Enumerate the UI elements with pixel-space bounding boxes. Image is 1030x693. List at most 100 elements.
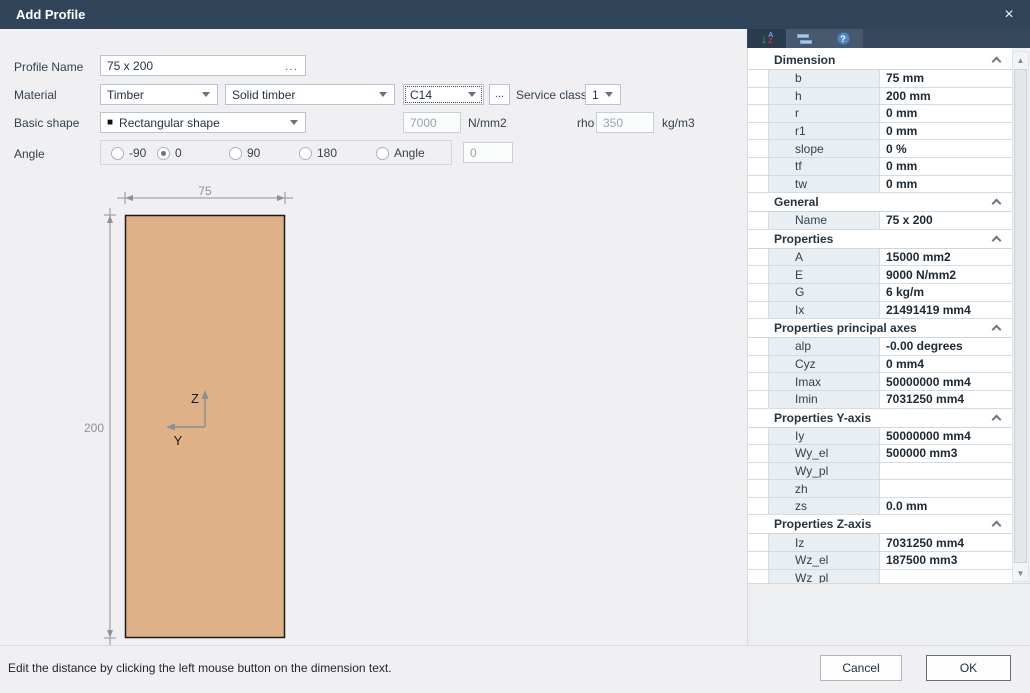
property-value[interactable]: 7031250 mm4 [880,534,1012,551]
sort-az-button[interactable]: ↓AZ [748,29,786,48]
close-icon[interactable]: × [998,4,1020,26]
profile-name-ellipsis-button[interactable]: ... [285,59,298,73]
property-row[interactable]: Name75 x 200 [748,212,1012,230]
property-row[interactable]: Wz_el187500 mm3 [748,552,1012,570]
cancel-button[interactable]: Cancel [820,655,902,681]
ok-button[interactable]: OK [926,655,1011,681]
flat-view-button[interactable] [786,29,824,48]
property-value[interactable]: 0 % [880,140,1012,157]
property-row[interactable]: r10 mm [748,123,1012,141]
property-value[interactable]: 0 mm [880,176,1012,193]
material-category-value: Timber [101,88,202,102]
height-dimension-text[interactable]: 200 [84,421,104,435]
material-category-select[interactable]: Timber [100,84,218,105]
width-dimension-text[interactable]: 75 [198,184,212,198]
property-section-header[interactable]: General [748,193,1012,212]
property-section-header[interactable]: Properties Y-axis [748,409,1012,428]
property-value[interactable]: 21491419 mm4 [880,302,1012,319]
property-label: Wy_pl [769,463,880,480]
property-label: zh [769,480,880,497]
angle-radio-90[interactable]: 90 [229,146,260,160]
property-row[interactable]: slope0 % [748,140,1012,158]
property-value[interactable]: 500000 mm3 [880,445,1012,462]
property-row[interactable]: G6 kg/m [748,284,1012,302]
property-section-header[interactable]: Properties [748,230,1012,249]
property-row[interactable]: Wy_el500000 mm3 [748,445,1012,463]
property-value[interactable]: 0 mm [880,105,1012,122]
radio-circle-icon[interactable] [299,147,312,160]
property-row[interactable]: h200 mm [748,88,1012,106]
scrollbar-thumb[interactable] [1014,69,1027,563]
angle-radio-180[interactable]: 180 [299,146,337,160]
radio-circle-icon[interactable] [229,147,242,160]
angle-radio-angle[interactable]: Angle [376,146,425,160]
property-row[interactable]: Wz_pl [748,570,1012,583]
material-browse-button[interactable]: ... [489,84,510,105]
property-row[interactable]: zs0.0 mm [748,498,1012,516]
property-value[interactable]: 9000 N/mm2 [880,266,1012,283]
material-grade-select[interactable]: C14 [403,84,484,105]
material-type-select[interactable]: Solid timber [225,84,395,105]
radio-circle-icon[interactable] [157,147,170,160]
property-row[interactable]: r0 mm [748,105,1012,123]
property-section-header[interactable]: Properties principal axes [748,319,1012,338]
property-value[interactable]: 15000 mm2 [880,249,1012,266]
property-value[interactable]: 200 mm [880,88,1012,105]
property-row[interactable]: tf0 mm [748,158,1012,176]
property-value[interactable]: 0 mm4 [880,356,1012,373]
property-row[interactable]: E9000 N/mm2 [748,266,1012,284]
radio-circle-icon[interactable] [111,147,124,160]
radio-circle-icon[interactable] [376,147,389,160]
angle-radio--90[interactable]: -90 [111,146,146,160]
property-value[interactable]: 187500 mm3 [880,552,1012,569]
property-section-header[interactable]: Dimension [748,51,1012,70]
collapse-chevron-icon[interactable] [992,414,1002,424]
property-section-header[interactable]: Properties Z-axis [748,515,1012,534]
property-grid-scrollbar[interactable]: ▲ ▼ [1012,51,1029,582]
property-value[interactable] [880,570,1012,583]
property-value[interactable] [880,480,1012,497]
radio-label: 90 [247,146,260,160]
row-gutter [748,88,769,105]
section-title: Properties Z-axis [748,517,993,531]
property-value[interactable]: 0.0 mm [880,498,1012,515]
collapse-chevron-icon[interactable] [992,325,1002,335]
scroll-down-icon[interactable]: ▼ [1013,565,1028,581]
property-value[interactable]: 6 kg/m [880,284,1012,301]
property-value[interactable]: -0.00 degrees [880,338,1012,355]
property-row[interactable]: Ix21491419 mm4 [748,302,1012,320]
collapse-chevron-icon[interactable] [992,235,1002,245]
row-gutter [748,105,769,122]
property-row[interactable]: Cyz0 mm4 [748,356,1012,374]
property-label: Wz_el [769,552,880,569]
collapse-chevron-icon[interactable] [992,57,1002,67]
property-value[interactable]: 50000000 mm4 [880,428,1012,445]
property-row[interactable]: Iz7031250 mm4 [748,534,1012,552]
service-class-select[interactable]: 1 [585,84,621,105]
property-row[interactable]: tw0 mm [748,176,1012,194]
profile-name-input[interactable] [100,55,306,76]
property-row[interactable]: zh [748,480,1012,498]
property-value[interactable]: 50000000 mm4 [880,373,1012,390]
property-row[interactable]: Imin7031250 mm4 [748,391,1012,409]
help-button[interactable]: ? [824,29,862,48]
collapse-chevron-icon[interactable] [992,199,1002,209]
property-row[interactable]: Wy_pl [748,463,1012,481]
scroll-up-icon[interactable]: ▲ [1013,52,1028,68]
angle-radio-0[interactable]: 0 [157,146,182,160]
property-value[interactable]: 0 mm [880,158,1012,175]
property-label: slope [769,140,880,157]
property-label: E [769,266,880,283]
property-value[interactable]: 75 x 200 [880,212,1012,229]
property-row[interactable]: A15000 mm2 [748,249,1012,267]
property-row[interactable]: Iy50000000 mm4 [748,428,1012,446]
property-row[interactable]: alp-0.00 degrees [748,338,1012,356]
property-value[interactable]: 7031250 mm4 [880,391,1012,408]
basic-shape-select[interactable]: ■ Rectangular shape [100,112,306,133]
collapse-chevron-icon[interactable] [992,521,1002,531]
property-row[interactable]: Imax50000000 mm4 [748,373,1012,391]
property-value[interactable] [880,463,1012,480]
property-value[interactable]: 0 mm [880,123,1012,140]
property-value[interactable]: 75 mm [880,70,1012,87]
property-row[interactable]: b75 mm [748,70,1012,88]
